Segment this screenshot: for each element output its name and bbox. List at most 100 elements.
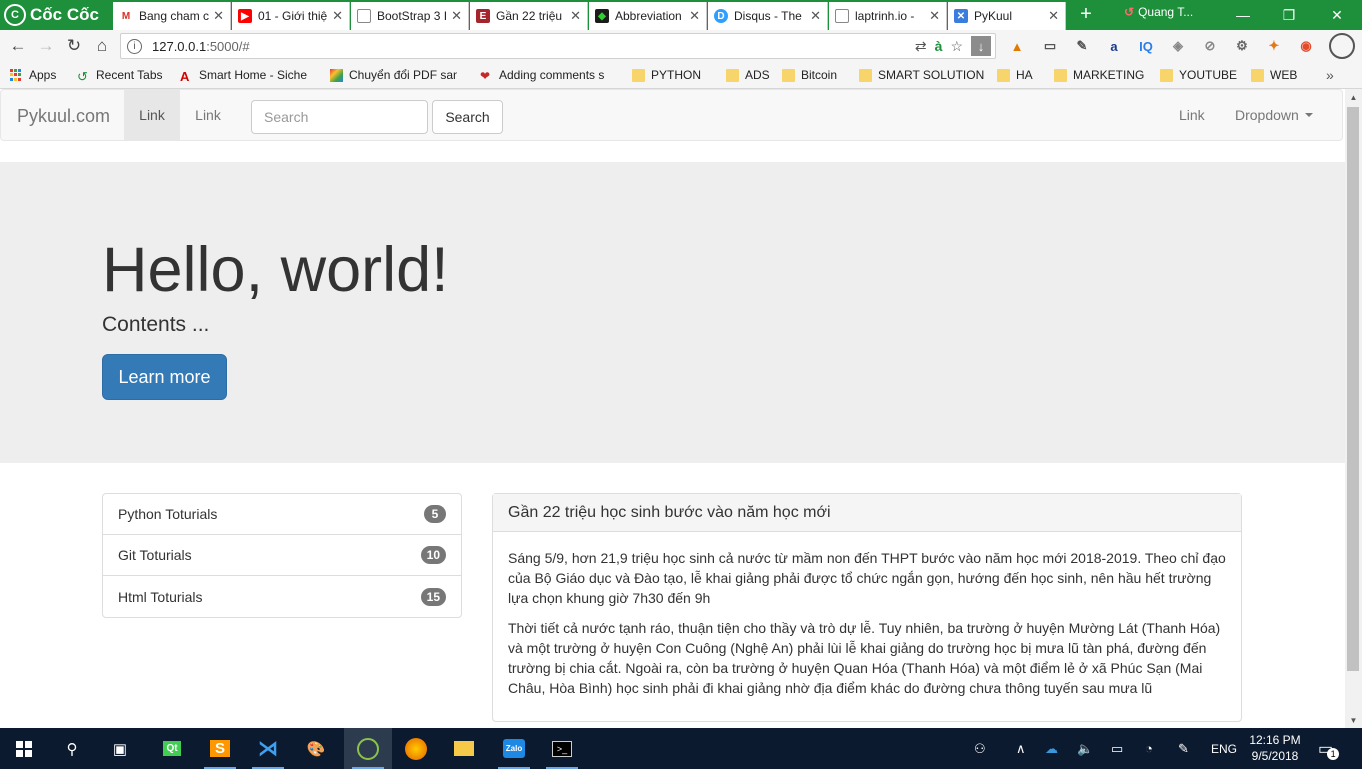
address-bar[interactable]: i 127.0.0.1:5000/# ⇄ à ☆ ↓ <box>120 33 996 59</box>
metamask-icon[interactable]: ✦ <box>1263 35 1285 57</box>
eyedropper-icon[interactable]: ✎ <box>1071 35 1093 57</box>
learn-more-button[interactable]: Learn more <box>102 354 227 400</box>
bookmark-folder-bitcoin[interactable]: Bitcoin <box>782 66 837 84</box>
tab-abbreviation[interactable]: ◆ Abbreviation ✕ <box>589 2 707 30</box>
bookmark-folder-web[interactable]: WEB <box>1251 66 1297 84</box>
nav-dropdown[interactable]: Dropdown <box>1220 90 1328 140</box>
tab-bootstrap[interactable]: BootStrap 3 I ✕ <box>351 2 469 30</box>
site-brand[interactable]: Pykuul.com <box>17 106 110 127</box>
search-button[interactable]: Search <box>432 100 503 134</box>
scroll-down-icon[interactable]: ▼ <box>1345 712 1362 728</box>
bookmark-apps[interactable]: Apps <box>10 66 56 84</box>
bookmark-folder-youtube[interactable]: YOUTUBE <box>1160 66 1237 84</box>
extension-gear-icon[interactable]: ⚙ <box>1231 35 1253 57</box>
spell-icon[interactable]: à <box>935 38 943 54</box>
extension-iq-icon[interactable]: IQ <box>1135 35 1157 57</box>
forward-button[interactable]: → <box>34 34 58 58</box>
bookmarks-overflow-icon[interactable]: » <box>1326 66 1334 84</box>
tab-laptrinh[interactable]: laptrinh.io - ✕ <box>829 2 947 30</box>
file-explorer-button[interactable] <box>440 728 488 769</box>
bookmark-label: WEB <box>1270 68 1298 82</box>
menu-icon[interactable] <box>1329 33 1355 59</box>
terminal-icon: >_ <box>551 740 573 757</box>
sublime-button[interactable]: S <box>196 728 244 769</box>
extension-block-icon[interactable]: ⊘ <box>1199 35 1221 57</box>
close-tab-icon[interactable]: ✕ <box>810 8 821 24</box>
list-item[interactable]: Git Toturials 10 <box>103 535 461 576</box>
close-tab-icon[interactable]: ✕ <box>570 8 581 24</box>
sync-icon: ↺ <box>1124 5 1135 19</box>
jumbotron-heading: Hello, world! <box>102 235 449 305</box>
extension-new-icon[interactable]: ▲ <box>1006 35 1028 57</box>
download-icon[interactable]: ↓ <box>971 36 991 56</box>
bookmark-folder-marketing[interactable]: MARKETING <box>1054 66 1144 84</box>
bookmark-folder-ha[interactable]: HA <box>997 66 1033 84</box>
page-scrollbar[interactable]: ▲ ▼ <box>1345 89 1362 728</box>
reload-button[interactable]: ↻ <box>62 34 86 58</box>
search-taskbar-button[interactable]: ⚲ <box>48 728 96 769</box>
tab-disqus[interactable]: D Disqus - The ✕ <box>708 2 828 30</box>
youtube-icon: ▶ <box>238 9 252 23</box>
clock[interactable]: 12:16 PM 9/5/2018 <box>1244 732 1306 764</box>
qt-app-button[interactable]: Qt <box>148 728 196 769</box>
minimize-button[interactable]: — <box>1220 0 1266 30</box>
bookmark-folder-smart-solution[interactable]: SMART SOLUTION <box>859 66 984 84</box>
bookmark-folder-python[interactable]: PYTHON <box>632 66 701 84</box>
list-item[interactable]: Python Toturials 5 <box>103 494 461 535</box>
start-button[interactable] <box>0 728 48 769</box>
list-item[interactable]: Html Toturials 15 <box>103 576 461 617</box>
home-button[interactable]: ⌂ <box>90 34 114 58</box>
onedrive-icon[interactable]: ☁ <box>1045 728 1058 769</box>
close-tab-icon[interactable]: ✕ <box>213 8 224 24</box>
coccoc-taskbar-button[interactable] <box>344 728 392 769</box>
translate-icon[interactable]: ⇄ <box>915 38 927 55</box>
terminal-button[interactable]: >_ <box>538 728 586 769</box>
nav-link-1[interactable]: Link <box>124 90 180 140</box>
extension-a-icon[interactable]: a <box>1103 35 1125 57</box>
tab-news[interactable]: E Gần 22 triệu I ✕ <box>470 2 588 30</box>
close-tab-icon[interactable]: ✕ <box>1048 8 1059 24</box>
bookmark-star-icon[interactable]: ☆ <box>950 38 963 55</box>
close-tab-icon[interactable]: ✕ <box>332 8 343 24</box>
close-window-button[interactable]: ✕ <box>1312 0 1362 30</box>
paint-button[interactable]: 🎨 <box>292 728 340 769</box>
firefox-icon <box>405 737 427 760</box>
bookmark-folder-ads[interactable]: ADS <box>726 66 770 84</box>
bookmark-adding-comments[interactable]: ❤ Adding comments s <box>480 66 607 84</box>
language-indicator[interactable]: ENG <box>1211 728 1237 769</box>
search-input[interactable]: Search <box>251 100 428 134</box>
zalo-button[interactable]: Zalo <box>490 728 538 769</box>
vscode-button[interactable]: ⋊ <box>244 728 292 769</box>
volume-icon[interactable]: 🔈 <box>1077 728 1093 769</box>
profile-button[interactable]: ↺ Quang T... <box>1124 5 1193 19</box>
tray-expand-icon[interactable]: ∧ <box>1016 728 1026 769</box>
firefox-button[interactable] <box>392 728 440 769</box>
bookmark-smart-home[interactable]: A Smart Home - Siche <box>180 66 311 84</box>
people-icon[interactable]: ⚇ <box>974 728 986 769</box>
back-button[interactable]: ← <box>6 34 30 58</box>
extension-box-icon[interactable]: ◈ <box>1167 35 1189 57</box>
extension-keyboard-icon[interactable]: ▭ <box>1039 35 1061 57</box>
maximize-button[interactable]: ❐ <box>1266 0 1312 30</box>
task-view-button[interactable]: ▣ <box>96 728 144 769</box>
tab-youtube[interactable]: ▶ 01 - Giới thiệ ✕ <box>232 2 350 30</box>
tab-pykuul[interactable]: ✕ PyKuul ✕ <box>948 2 1066 30</box>
notification-center-button[interactable]: ▭ 1 <box>1318 728 1340 769</box>
battery-icon[interactable]: ▭ <box>1111 728 1123 769</box>
tab-gmail[interactable]: M Bang cham c ✕ <box>113 2 231 30</box>
nav-link-right[interactable]: Link <box>1164 90 1220 140</box>
scroll-up-icon[interactable]: ▲ <box>1345 89 1362 105</box>
scrollbar-thumb[interactable] <box>1347 107 1359 671</box>
extension-circle-icon[interactable]: ◉ <box>1295 35 1317 57</box>
close-tab-icon[interactable]: ✕ <box>451 8 462 24</box>
nav-link-2[interactable]: Link <box>180 90 236 140</box>
close-tab-icon[interactable]: ✕ <box>689 8 700 24</box>
new-tab-button[interactable]: + <box>1076 3 1096 26</box>
site-info-icon[interactable]: i <box>127 38 142 54</box>
coccoc-logo[interactable]: C Cốc Cốc <box>0 0 112 30</box>
pen-icon[interactable]: ✎ <box>1178 728 1189 769</box>
bookmark-pdf[interactable]: Chuyển đổi PDF sang <box>330 66 457 84</box>
bookmark-recent-tabs[interactable]: ↺ Recent Tabs <box>77 66 163 84</box>
close-tab-icon[interactable]: ✕ <box>929 8 940 24</box>
wifi-icon[interactable]: ◔ <box>1145 728 1153 769</box>
